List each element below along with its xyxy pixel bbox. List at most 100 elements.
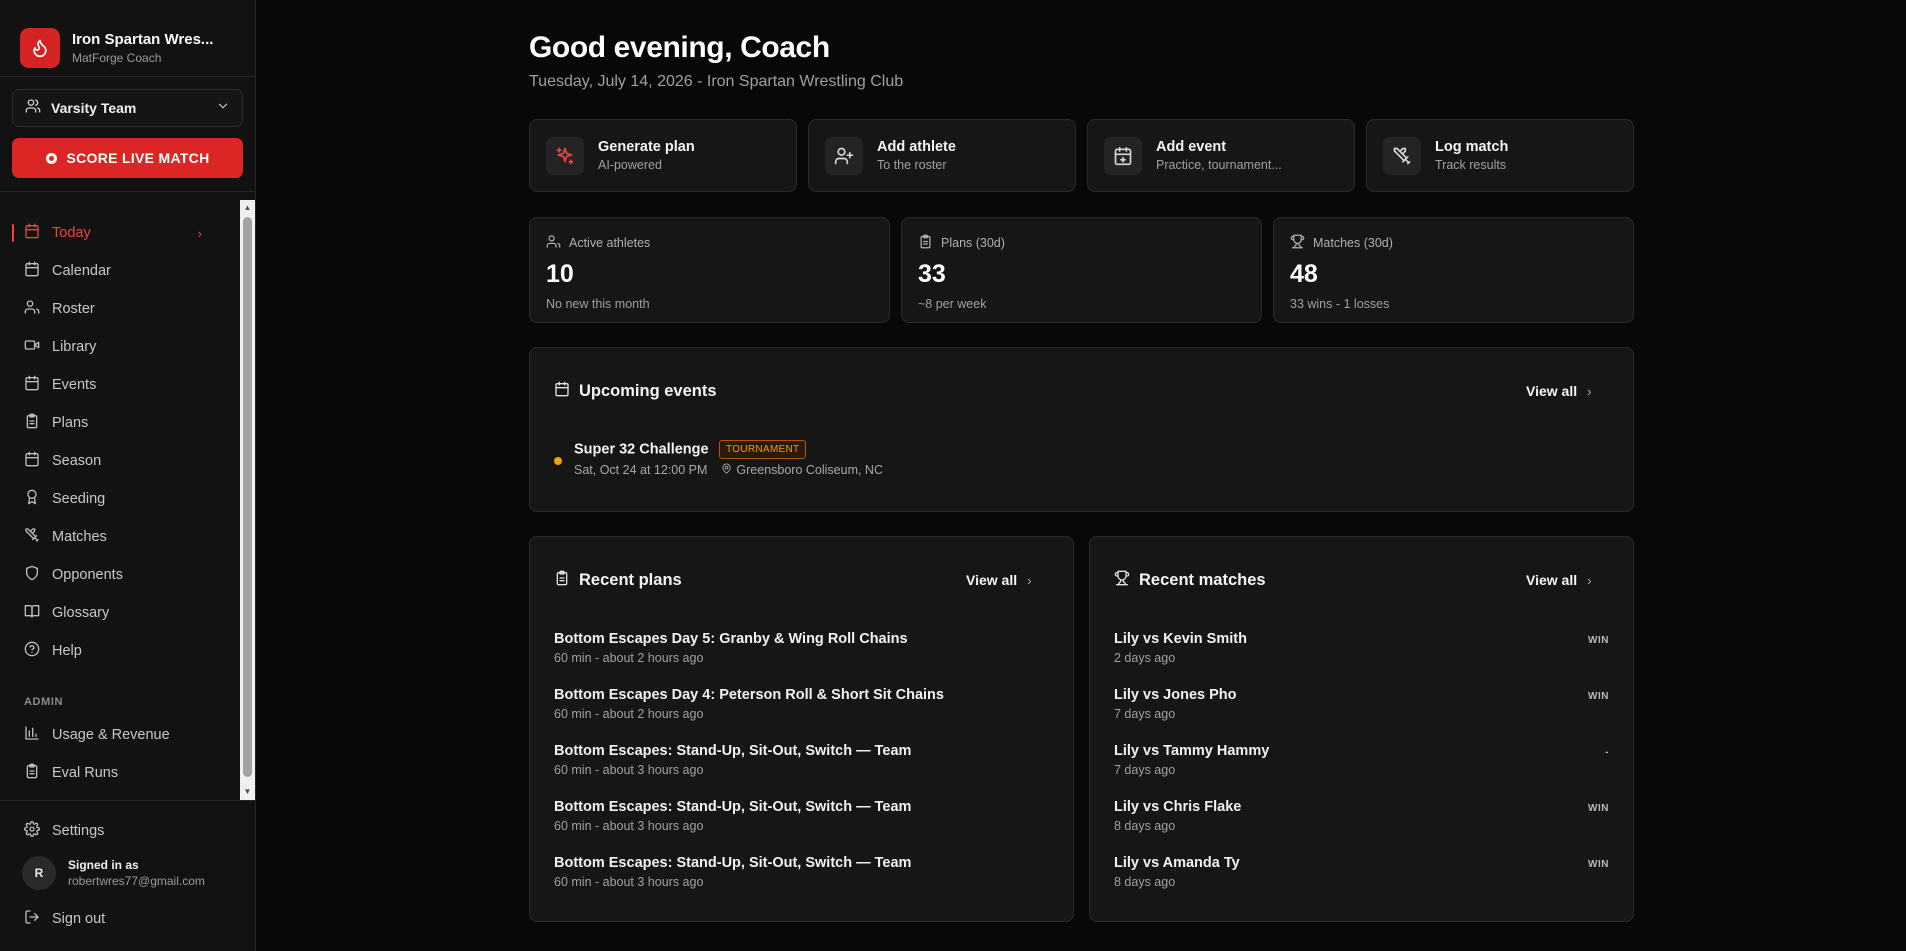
sidebar-item-today[interactable]: Today ›: [0, 215, 240, 251]
settings-link[interactable]: Settings: [0, 815, 255, 847]
log-match-button[interactable]: Log match Track results: [1366, 119, 1634, 192]
match-result: WIN: [1588, 691, 1609, 702]
signed-in-label: Signed in as: [68, 858, 139, 872]
panel-title: Recent plans: [579, 571, 682, 589]
sidebar-item-opponents[interactable]: Opponents: [0, 557, 240, 593]
quick-action-subtitle: AI-powered: [598, 158, 662, 172]
stat-label: Active athletes: [569, 236, 651, 250]
bar-chart-icon: [24, 725, 40, 745]
sidebar-item-season[interactable]: Season: [0, 443, 240, 479]
match-list-item[interactable]: Lily vs Chris Flake 8 days ago WIN: [1114, 799, 1609, 839]
user-plus-icon: [825, 136, 863, 175]
product-name: MatForge Coach: [72, 50, 162, 65]
plan-title: Bottom Escapes: Stand-Up, Sit-Out, Switc…: [554, 855, 912, 871]
sidebar-item-label: Roster: [52, 301, 95, 317]
sidebar-item-help[interactable]: Help: [0, 633, 240, 669]
scroll-up-arrow-icon[interactable]: ▲: [243, 204, 252, 212]
sidebar-item-label: Plans: [52, 415, 89, 431]
sign-out-link[interactable]: Sign out: [0, 903, 255, 935]
clipboard-icon: [24, 413, 40, 433]
help-icon: [24, 641, 40, 661]
view-all-matches-link[interactable]: View all ›: [1526, 572, 1591, 588]
swords-icon: [24, 527, 40, 547]
page-subtitle: Tuesday, July 14, 2026 - Iron Spartan Wr…: [529, 73, 904, 90]
sidebar-scrollbar[interactable]: ▲ ▼: [240, 200, 255, 800]
admin-section-heading: ADMIN: [24, 696, 64, 708]
plan-list-item[interactable]: Bottom Escapes: Stand-Up, Sit-Out, Switc…: [554, 743, 1049, 783]
user-account[interactable]: R Signed in as robertwres77@gmail.com: [0, 847, 255, 899]
plan-meta: 60 min - about 2 hours ago: [554, 707, 704, 721]
sidebar-item-label: Help: [52, 643, 82, 659]
page-title: Good evening, Coach: [529, 31, 830, 64]
sidebar-item-eval-runs[interactable]: Eval Runs: [0, 755, 240, 791]
view-all-events-link[interactable]: View all ›: [1526, 383, 1591, 399]
match-list-item[interactable]: Lily vs Jones Pho 7 days ago WIN: [1114, 687, 1609, 727]
sparkles-icon: [546, 136, 584, 175]
view-all-label: View all: [1526, 383, 1578, 399]
chevron-right-icon: ›: [197, 225, 202, 241]
event-status-dot: [554, 457, 562, 465]
sidebar-item-glossary[interactable]: Glossary: [0, 595, 240, 631]
quick-action-title: Log match: [1435, 139, 1509, 155]
sidebar-item-label: Glossary: [52, 605, 110, 621]
map-pin-icon: [721, 463, 732, 477]
add-event-button[interactable]: Add event Practice, tournament...: [1087, 119, 1355, 192]
chevron-right-icon: ›: [1587, 572, 1592, 588]
recent-plans-panel: Recent plans View all › Bottom Escapes D…: [529, 536, 1074, 922]
scroll-down-arrow-icon[interactable]: ▼: [243, 788, 252, 796]
plan-list-item[interactable]: Bottom Escapes Day 4: Peterson Roll & Sh…: [554, 687, 1049, 727]
match-meta: 7 days ago: [1114, 763, 1176, 777]
upcoming-events-panel: Upcoming events View all › Super 32 Chal…: [529, 347, 1634, 512]
view-all-label: View all: [966, 572, 1018, 588]
sidebar-item-library[interactable]: Library: [0, 329, 240, 365]
match-meta: 8 days ago: [1114, 875, 1176, 889]
stat-label: Matches (30d): [1313, 236, 1393, 250]
stat-label: Plans (30d): [941, 236, 1005, 250]
stat-card-active-athletes: Active athletes 10 No new this month: [529, 217, 890, 323]
add-athlete-button[interactable]: Add athlete To the roster: [808, 119, 1076, 192]
plan-meta: 60 min - about 3 hours ago: [554, 875, 704, 889]
panel-title: Recent matches: [1139, 571, 1266, 589]
team-selector[interactable]: Varsity Team: [12, 89, 243, 127]
sidebar-footer: Settings R Signed in as robertwres77@gma…: [0, 800, 255, 935]
sidebar-item-label: Matches: [52, 529, 107, 545]
log-out-icon: [24, 909, 40, 929]
sidebar-item-seeding[interactable]: Seeding: [0, 481, 240, 517]
calendar-icon: [24, 261, 40, 281]
clipboard-icon: [24, 763, 40, 783]
sidebar-item-calendar[interactable]: Calendar: [0, 253, 240, 289]
sidebar-item-usage-revenue[interactable]: Usage & Revenue: [0, 717, 240, 753]
sidebar-item-matches[interactable]: Matches: [0, 519, 240, 555]
plan-list-item[interactable]: Bottom Escapes Day 5: Granby & Wing Roll…: [554, 631, 1049, 671]
score-live-match-button[interactable]: SCORE LIVE MATCH: [12, 138, 243, 178]
event-name: Super 32 Challenge: [574, 441, 709, 458]
trophy-icon: [1114, 570, 1130, 591]
sidebar-item-plans[interactable]: Plans: [0, 405, 240, 441]
sidebar-item-roster[interactable]: Roster: [0, 291, 240, 327]
match-meta: 7 days ago: [1114, 707, 1176, 721]
settings-label: Settings: [52, 823, 105, 839]
sidebar-item-events[interactable]: Events: [0, 367, 240, 403]
stat-card-plans: Plans (30d) 33 ~8 per week: [901, 217, 1262, 323]
match-result: -: [1605, 747, 1609, 758]
match-list-item[interactable]: Lily vs Kevin Smith 2 days ago WIN: [1114, 631, 1609, 671]
stat-note: 33 wins - 1 losses: [1290, 297, 1390, 311]
event-item[interactable]: Super 32 Challenge TOURNAMENT Sat, Oct 2…: [574, 440, 883, 477]
trophy-icon: [1290, 234, 1305, 252]
generate-plan-button[interactable]: Generate plan AI-powered: [529, 119, 797, 192]
plan-list-item[interactable]: Bottom Escapes: Stand-Up, Sit-Out, Switc…: [554, 799, 1049, 839]
match-title: Lily vs Kevin Smith: [1114, 631, 1247, 647]
event-type-badge: TOURNAMENT: [719, 440, 807, 459]
match-list-item[interactable]: Lily vs Amanda Ty 8 days ago WIN: [1114, 855, 1609, 895]
match-list-item[interactable]: Lily vs Tammy Hammy 7 days ago -: [1114, 743, 1609, 783]
brand[interactable]: Iron Spartan Wres... MatForge Coach: [0, 0, 255, 76]
view-all-plans-link[interactable]: View all ›: [966, 572, 1031, 588]
stat-value: 33: [918, 260, 946, 288]
match-result: WIN: [1588, 635, 1609, 646]
plan-list-item[interactable]: Bottom Escapes: Stand-Up, Sit-Out, Switc…: [554, 855, 1049, 895]
scrollbar-thumb[interactable]: [243, 217, 252, 777]
shield-icon: [24, 565, 40, 585]
sidebar-item-label: Opponents: [52, 567, 123, 583]
calendar-icon: [24, 375, 40, 395]
view-all-label: View all: [1526, 572, 1578, 588]
